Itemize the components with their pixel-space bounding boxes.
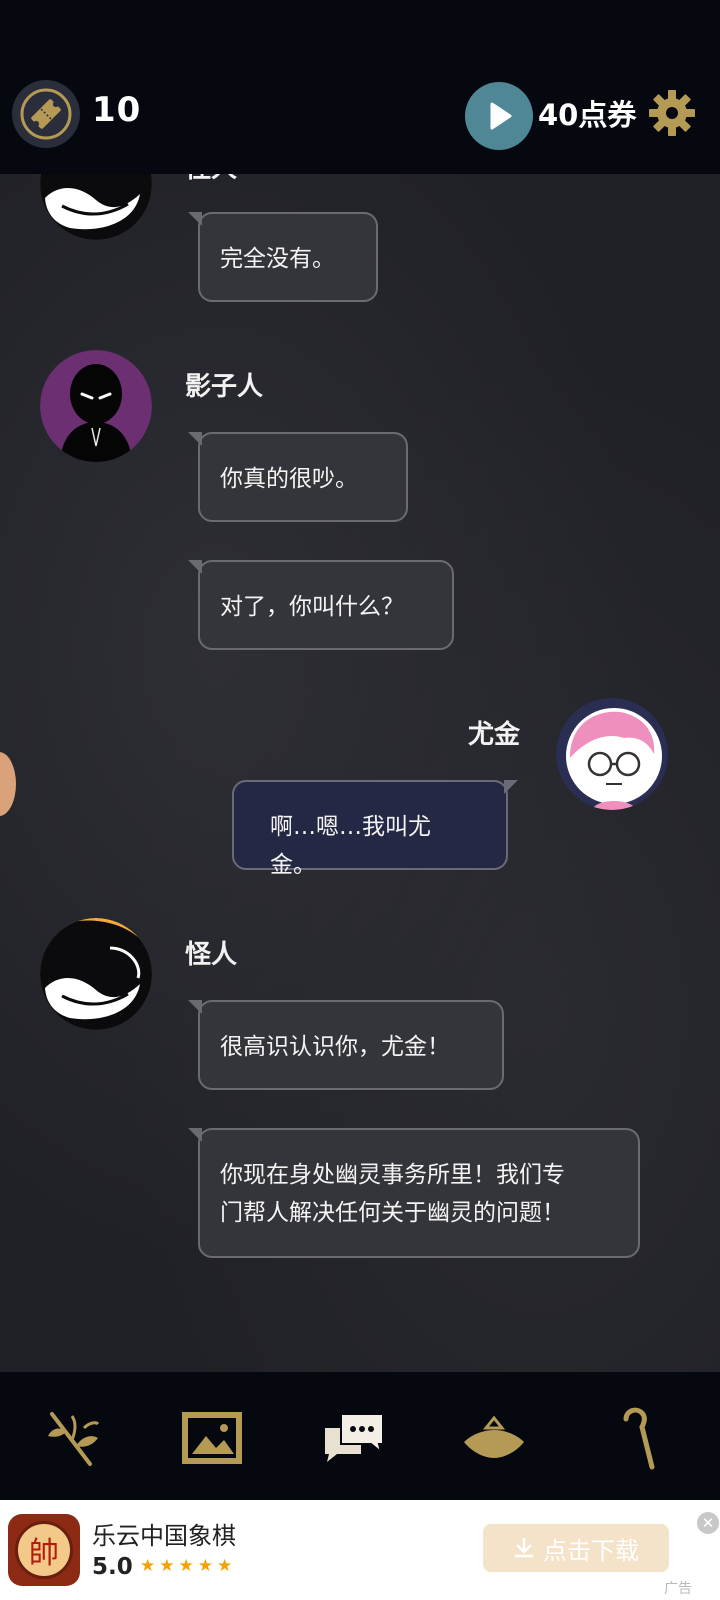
message-text: 很高识认识你，尤金！ (220, 1034, 450, 1060)
message-text: 完全没有。 (220, 246, 335, 272)
message-bubble: 对了，你叫什么？ (188, 560, 454, 650)
avatar-eugene (556, 698, 668, 810)
watch-video-button[interactable] (465, 82, 533, 150)
message-bubble: 你真的很吵。 (188, 432, 408, 522)
gear-icon (649, 90, 695, 136)
message-text: 啊…嗯…我叫尤金。 (270, 814, 431, 878)
top-bar: 10 40点券 (0, 70, 720, 174)
speaker-name: 怪人 (185, 174, 237, 185)
message-text: 对了，你叫什么？ (220, 594, 404, 620)
play-icon (490, 102, 512, 130)
coupon-count: 40点券 (538, 98, 637, 132)
message-text-line: 门帮人解决任何关于幽灵的问题！ (220, 1200, 565, 1226)
download-icon (514, 1537, 534, 1558)
ad-close-button[interactable]: ✕ (697, 1512, 719, 1534)
nav-gallery[interactable] (176, 1402, 248, 1474)
app: 10 40点券 完全没有。 影子人 你真的很吵。 对了，你叫什么？ 尤金 啊…嗯… (0, 0, 720, 1600)
ticket-count: 10 (92, 90, 142, 130)
avatar-shadow-man (40, 350, 152, 462)
chat-area[interactable]: 怪人 完全没有。 影子人 你真的很吵。 对了，你叫什么？ (0, 174, 720, 1372)
ad-title: 乐云中国象棋 (92, 1522, 236, 1550)
message-bubble: 完全没有。 (188, 212, 378, 302)
star-rating-icons: ★★★★★ (140, 1556, 237, 1576)
nav-chat[interactable] (318, 1402, 390, 1474)
nav-fan[interactable] (458, 1402, 530, 1474)
ticket-button[interactable] (12, 80, 80, 148)
nav-herb[interactable] (36, 1402, 108, 1474)
message-text-line: 你现在身处幽灵事务所里！我们专 (220, 1162, 565, 1188)
message-bubble: 你现在身处幽灵事务所里！我们专 门帮人解决任何关于幽灵的问题！ (188, 1128, 640, 1258)
settings-button[interactable] (647, 88, 697, 138)
cane-icon (623, 1407, 655, 1470)
avatar-weirdo (40, 174, 152, 240)
ad-rating: 5.0 (92, 1554, 133, 1580)
speaker-name: 怪人 (185, 940, 238, 970)
chess-piece-glyph: 帥 (15, 1521, 73, 1579)
message-bubble: 很高识认识你，尤金！ (188, 1000, 504, 1090)
gallery-icon (182, 1412, 242, 1464)
herb-icon (48, 1412, 100, 1466)
ad-label: 广告 (664, 1581, 692, 1597)
message-text: 你真的很吵。 (220, 466, 358, 492)
bottom-nav (0, 1372, 720, 1500)
ad-app-icon[interactable]: 帥 (8, 1514, 80, 1586)
chat-icon (325, 1413, 384, 1462)
side-character-peek (0, 752, 16, 816)
avatar-weirdo (40, 918, 152, 1030)
message-bubble: 啊…嗯…我叫尤金。 (232, 780, 518, 878)
status-bar (0, 0, 720, 70)
nav-cane[interactable] (600, 1402, 672, 1474)
speaker-name: 尤金 (468, 720, 521, 750)
ad-download-button[interactable]: 点击下载 (483, 1524, 669, 1572)
speaker-name: 影子人 (185, 372, 264, 402)
ticket-icon (20, 88, 72, 140)
fan-icon (464, 1415, 524, 1458)
ad-banner[interactable]: 帥 乐云中国象棋 5.0 ★★★★★ 点击下载 ✕ 广告 (0, 1500, 720, 1600)
ad-download-label: 点击下载 (543, 1536, 639, 1565)
